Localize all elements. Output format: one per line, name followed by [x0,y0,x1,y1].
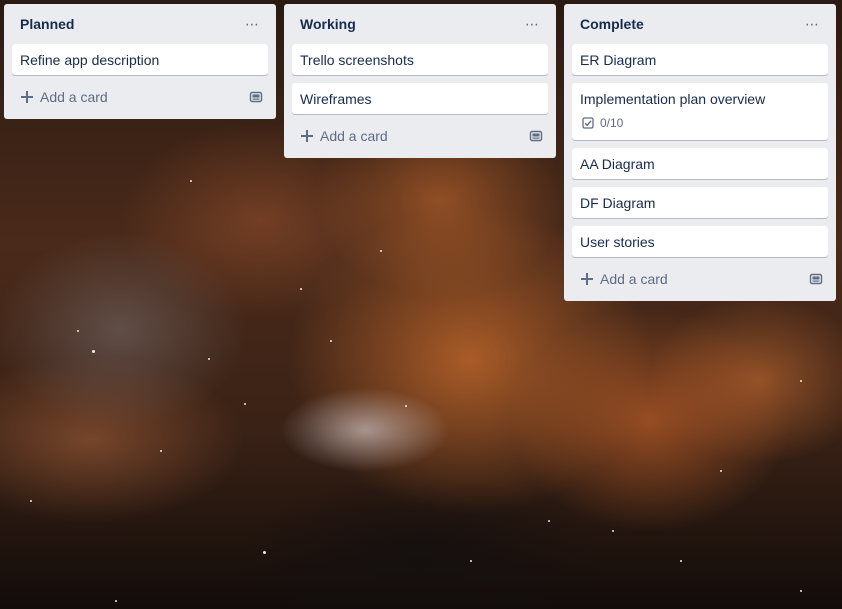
add-card-row: Add a card [12,83,268,111]
add-card-row: Add a card [292,122,548,150]
list-header: Planned ⋯ [12,4,268,44]
card-title: DF Diagram [580,195,656,211]
card-template-icon[interactable] [248,89,264,105]
card[interactable]: Wireframes [292,83,548,114]
card[interactable]: DF Diagram [572,187,828,218]
add-card-label: Add a card [320,128,388,144]
add-card-label: Add a card [40,89,108,105]
card-template-icon[interactable] [808,271,824,287]
card[interactable]: Refine app description [12,44,268,75]
card[interactable]: Implementation plan overview 0/10 [572,83,828,140]
add-card-button[interactable]: Add a card [20,89,108,105]
list-title[interactable]: Working [300,16,356,32]
more-horizontal-icon[interactable]: ⋯ [520,12,544,36]
add-card-button[interactable]: Add a card [300,128,388,144]
add-card-label: Add a card [600,271,668,287]
card-title: AA Diagram [580,156,655,172]
card-title: ER Diagram [580,52,657,68]
more-horizontal-icon[interactable]: ⋯ [800,12,824,36]
list-header: Complete ⋯ [572,4,828,44]
more-horizontal-icon[interactable]: ⋯ [240,12,264,36]
card-title: Trello screenshots [300,52,414,68]
plus-icon [300,129,314,143]
list-title[interactable]: Complete [580,16,644,32]
checklist-icon [582,117,594,129]
card-title: Wireframes [300,91,372,107]
card[interactable]: AA Diagram [572,148,828,179]
card[interactable]: User stories [572,226,828,257]
list-complete: Complete ⋯ ER Diagram Implementation pla… [564,4,836,301]
card[interactable]: ER Diagram [572,44,828,75]
list-header: Working ⋯ [292,4,548,44]
list-planned: Planned ⋯ Refine app description Add a c… [4,4,276,119]
list-title[interactable]: Planned [20,16,74,32]
plus-icon [20,90,34,104]
add-card-row: Add a card [572,265,828,293]
plus-icon [580,272,594,286]
card-badges: 0/10 [580,115,820,133]
checklist-count: 0/10 [600,116,624,130]
card-title: Implementation plan overview [580,91,766,107]
card[interactable]: Trello screenshots [292,44,548,75]
card-template-icon[interactable] [528,128,544,144]
card-title: Refine app description [20,52,160,68]
card-title: User stories [580,234,655,250]
add-card-button[interactable]: Add a card [580,271,668,287]
list-working: Working ⋯ Trello screenshots Wireframes … [284,4,556,158]
